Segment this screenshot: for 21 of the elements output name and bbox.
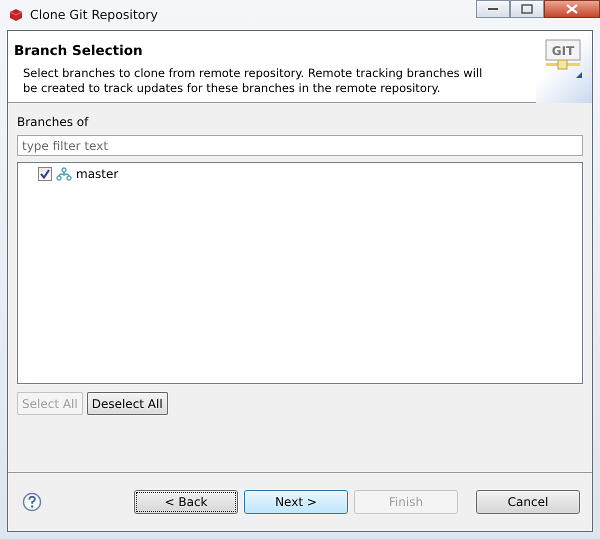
deselect-all-button[interactable]: Deselect All: [86, 392, 168, 415]
maximize-icon: [521, 4, 533, 14]
minimize-icon: [487, 7, 499, 11]
minimize-button[interactable]: [476, 0, 510, 18]
next-button[interactable]: Next >: [244, 490, 348, 514]
git-logo: GIT: [544, 39, 584, 79]
branches-label: Branches of: [17, 114, 90, 131]
checkbox[interactable]: [38, 167, 52, 181]
page-description: Select branches to clone from remote repository. Remote tracking branches will be created to track updates for these branches in the remote repository.: [23, 66, 484, 96]
cancel-button[interactable]: Cancel: [476, 490, 580, 514]
close-button[interactable]: [544, 0, 600, 18]
app-icon: [8, 8, 24, 22]
maximize-button[interactable]: [510, 0, 544, 18]
back-button[interactable]: < Back: [134, 490, 238, 514]
branch-name: master: [76, 166, 118, 183]
window-title: Clone Git Repository: [30, 6, 158, 24]
help-icon[interactable]: [22, 492, 42, 512]
branch-icon: [56, 167, 72, 181]
close-icon: [566, 4, 578, 14]
filter-field[interactable]: type filter text: [17, 135, 583, 156]
page-title: Branch Selection: [14, 42, 144, 61]
